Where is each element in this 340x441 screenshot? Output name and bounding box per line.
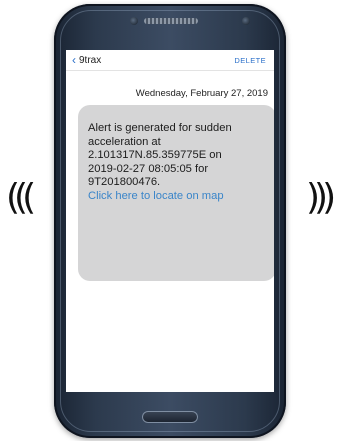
message-text: Alert is generated for sudden accelerati… bbox=[88, 122, 268, 203]
locate-on-map-link[interactable]: Click here to locate on map bbox=[88, 190, 268, 204]
back-button[interactable]: ‹ 9trax bbox=[72, 54, 101, 66]
proximity-sensor bbox=[130, 17, 138, 25]
delete-button[interactable]: DELETE bbox=[234, 56, 266, 65]
front-camera bbox=[242, 17, 250, 25]
message-line: Alert is generated for sudden bbox=[88, 122, 232, 134]
messages-top-bar: ‹ 9trax DELETE bbox=[66, 50, 274, 71]
phone-screen: ‹ 9trax DELETE Wednesday, February 27, 2… bbox=[66, 50, 274, 392]
vibration-waves-left-icon: ((( bbox=[6, 177, 36, 218]
phone-frame: ‹ 9trax DELETE Wednesday, February 27, 2… bbox=[54, 4, 286, 438]
message-bubble: Alert is generated for sudden accelerati… bbox=[78, 105, 274, 281]
message-line: 2019-02-27 08:05:05 for bbox=[88, 162, 209, 175]
message-line: acceleration at bbox=[88, 135, 161, 148]
message-line: 2.101317N.85.359775E on bbox=[88, 149, 222, 161]
chevron-left-icon: ‹ bbox=[72, 53, 76, 67]
contact-name: 9trax bbox=[79, 54, 102, 66]
conversation-date: Wednesday, February 27, 2019 bbox=[135, 88, 268, 99]
message-line: 9T201800476. bbox=[88, 176, 161, 188]
home-button[interactable] bbox=[142, 411, 198, 423]
speaker-grille bbox=[144, 18, 198, 24]
vibration-waves-right-icon: ))) bbox=[306, 177, 336, 218]
